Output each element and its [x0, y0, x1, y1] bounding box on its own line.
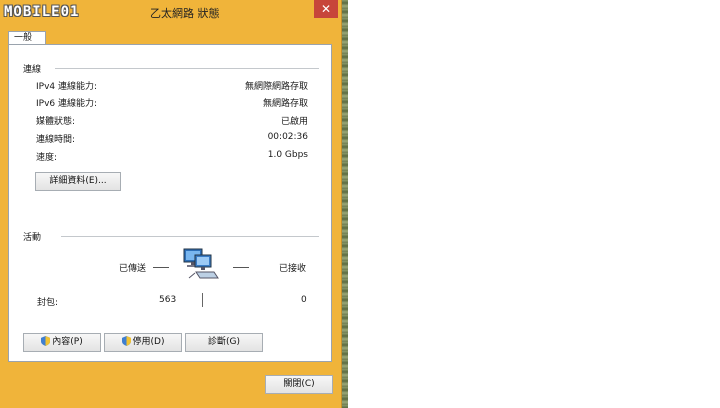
watermark-logo: MOBILE01 — [4, 4, 80, 20]
ipv6-value: 無網路存取 — [262, 99, 308, 109]
window-title: 乙太網路 狀態 — [150, 7, 220, 20]
desktop-background — [342, 0, 348, 408]
disable-label: 停用(D) — [132, 337, 165, 347]
tab-general[interactable]: 一般 — [8, 31, 46, 45]
ipv4-label: IPv4 連線能力: — [36, 82, 98, 92]
packets-received-value: 0 — [301, 295, 307, 305]
activity-separator — [202, 293, 203, 307]
sent-label: 已傳送 — [119, 264, 147, 274]
speed-value: 1.0 Gbps — [267, 150, 308, 160]
properties-label: 內容(P) — [52, 337, 83, 347]
activity-section-label: 活動 — [23, 233, 42, 243]
speed-label: 速度: — [36, 153, 58, 163]
connection-section-label: 連線 — [23, 65, 42, 75]
packets-sent-value: 563 — [159, 295, 177, 305]
media-state-value: 已啟用 — [280, 117, 308, 127]
ipv4-value: 無網際網路存取 — [244, 82, 308, 92]
sent-line — [153, 267, 169, 268]
media-state-row: 媒體狀態: 已啟用 — [36, 114, 308, 128]
title-bar: MOBILE01 乙太網路 狀態 ✕ — [0, 0, 342, 26]
properties-button[interactable]: 內容(P) — [23, 333, 101, 352]
duration-value: 00:02:36 — [267, 132, 308, 142]
ipv4-row: IPv4 連線能力: 無網際網路存取 — [36, 79, 308, 93]
network-computers-icon — [183, 248, 219, 279]
media-state-label: 媒體狀態: — [36, 117, 76, 127]
received-label: 已接收 — [279, 264, 307, 274]
ipv6-label: IPv6 連線能力: — [36, 99, 98, 109]
ipv6-row: IPv6 連線能力: 無網路存取 — [36, 96, 308, 110]
general-panel: 連線 IPv4 連線能力: 無網際網路存取 IPv6 連線能力: 無網路存取 媒… — [8, 44, 332, 362]
speed-row: 速度: 1.0 Gbps — [36, 150, 308, 164]
uac-shield-icon — [121, 336, 131, 346]
diagnose-button[interactable]: 診斷(G) — [185, 333, 263, 352]
packets-label: 封包: — [37, 298, 59, 308]
connection-divider — [55, 68, 319, 69]
close-icon[interactable]: ✕ — [314, 0, 338, 18]
details-button[interactable]: 詳細資料(E)... — [35, 172, 121, 191]
activity-divider — [61, 236, 319, 237]
close-button[interactable]: 關閉(C) — [265, 375, 333, 394]
duration-row: 連線時間: 00:02:36 — [36, 132, 308, 146]
disable-button[interactable]: 停用(D) — [104, 333, 182, 352]
duration-label: 連線時間: — [36, 135, 76, 145]
uac-shield-icon — [41, 336, 51, 346]
status-window: MOBILE01 乙太網路 狀態 ✕ 一般 連線 IPv4 連線能力: 無網際網… — [0, 0, 342, 408]
received-line — [233, 267, 249, 268]
